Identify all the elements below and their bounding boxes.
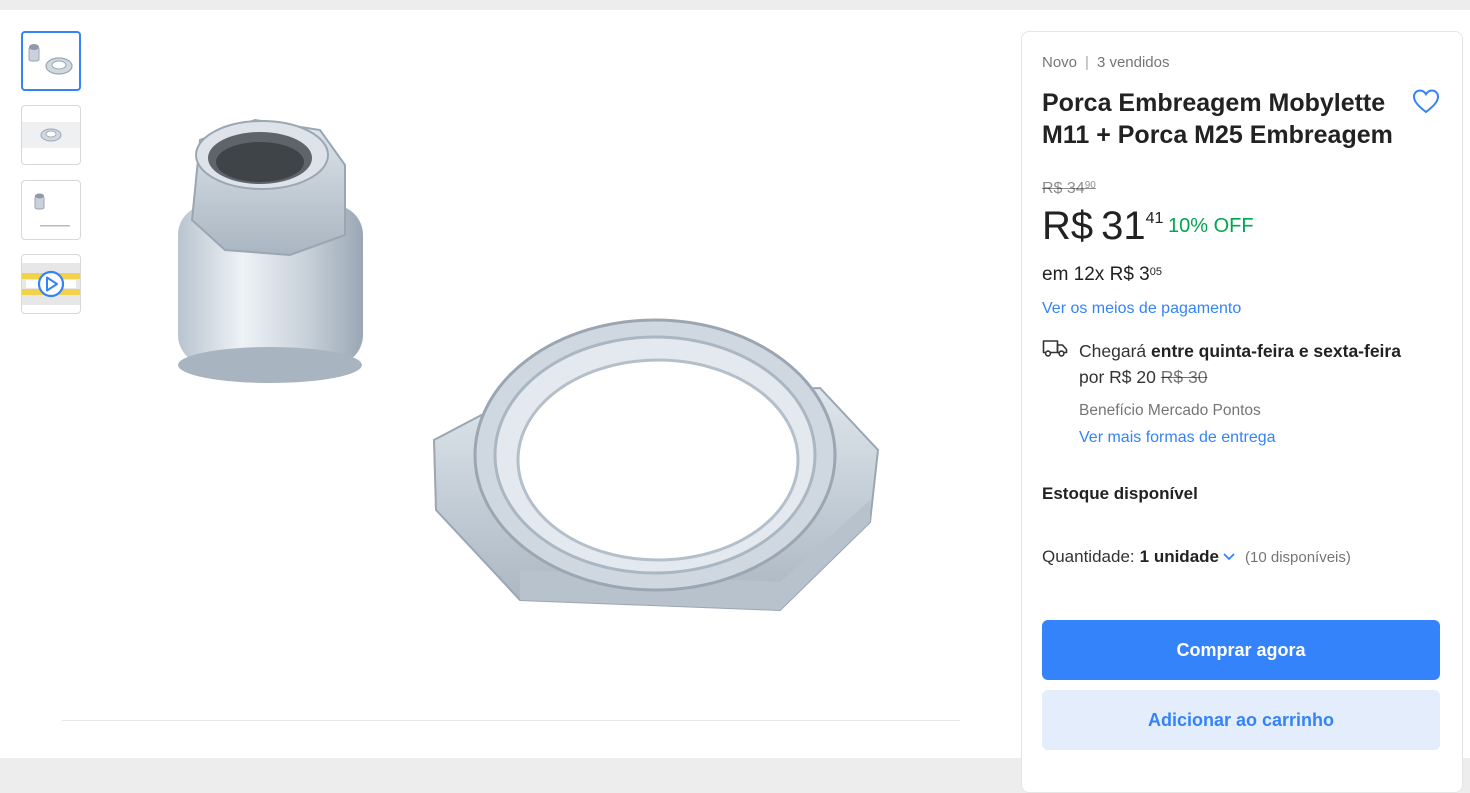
shipping-window: entre quinta-feira e sexta-feira [1151, 341, 1401, 361]
product-title: Porca Embreagem Mobylette M11 + Porca M2… [1042, 89, 1393, 149]
shipping-old-price: R$ 30 [1160, 367, 1208, 387]
small-nut [178, 118, 363, 383]
installments: em 12x R$ 305 [1042, 264, 1162, 286]
buy-now-button[interactable]: Comprar agora [1042, 620, 1440, 680]
thumbnail-1-image [28, 44, 73, 75]
chevron-down-icon[interactable] [1223, 553, 1235, 561]
thumbnail-2[interactable] [21, 105, 81, 165]
product-subtitle: Novo | 3 vendidos [1042, 54, 1170, 71]
thumbnail-3[interactable] [21, 180, 81, 240]
quantity-value[interactable]: 1 unidade [1140, 547, 1219, 567]
quantity-selector[interactable]: Quantidade: 1 unidade (10 disponíveis) [1042, 547, 1351, 567]
add-to-cart-button[interactable]: Adicionar ao carrinho [1042, 690, 1440, 750]
original-price-integer: 34 [1066, 180, 1085, 197]
large-nut [432, 318, 880, 612]
sold-count: 3 vendidos [1096, 54, 1170, 71]
thumbnail-2-image [22, 122, 80, 148]
shipping-price: R$ 20 [1109, 367, 1156, 387]
price-integer: 31 [1101, 204, 1146, 248]
discount-label: 10% OFF [1168, 215, 1254, 237]
shipping-options-link[interactable]: Ver mais formas de entrega [1079, 429, 1276, 447]
available-quantity: (10 disponíveis) [1245, 548, 1351, 566]
thumbnail-1[interactable] [21, 31, 81, 91]
buy-box: Novo | 3 vendidos Porca Embreagem Mobylett… [1021, 31, 1463, 793]
price-currency: R$ [1042, 204, 1094, 248]
installment-cents: 05 [1149, 266, 1162, 278]
shipping-benefit: Benefício Mercado Pontos [1079, 402, 1261, 419]
subtitle-separator: | [1085, 54, 1089, 71]
play-icon [37, 270, 65, 298]
truck-icon [1042, 340, 1068, 357]
product-main-image[interactable] [130, 70, 930, 710]
quantity-label: Quantidade: [1042, 547, 1135, 566]
shipping-price-prefix: por [1079, 367, 1105, 387]
installment-integer: 3 [1139, 264, 1150, 285]
installments-prefix: em 12x [1042, 264, 1105, 285]
thumbnail-3-image [34, 193, 70, 227]
product-page: Novo | 3 vendidos Porca Embreagem Mobylett… [0, 10, 1470, 793]
original-price-currency: R$ [1042, 180, 1063, 197]
gallery-divider [62, 720, 960, 721]
heart-icon[interactable] [1411, 87, 1441, 117]
original-price: R$ 3490 [1042, 180, 1096, 198]
thumbnail-video-image [22, 263, 80, 305]
payment-methods-link[interactable]: Ver os meios de pagamento [1042, 300, 1241, 318]
current-price: R$ 3141 [1042, 204, 1163, 249]
price-cents: 41 [1145, 210, 1164, 227]
original-price-cents: 90 [1084, 180, 1096, 191]
stock-label: Estoque disponível [1042, 484, 1198, 503]
installment-currency: R$ [1109, 264, 1134, 285]
thumbnail-video[interactable] [21, 254, 81, 314]
shipping-prefix: Chegará [1079, 341, 1147, 361]
shipping-info: Chegará entre quinta-feira e sexta-feira… [1079, 338, 1454, 390]
product-condition: Novo [1042, 54, 1078, 71]
